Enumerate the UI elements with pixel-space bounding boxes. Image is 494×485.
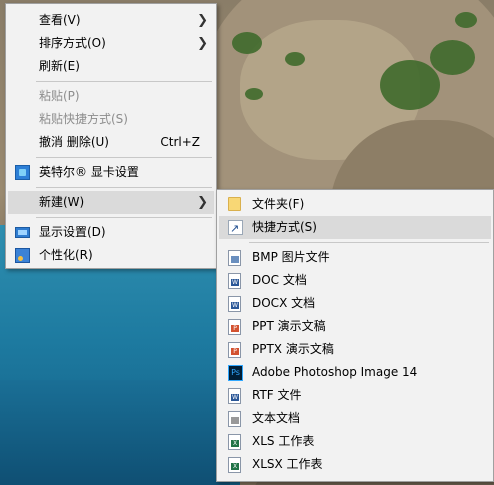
submenu-item-folder[interactable]: 文件夹(F) [219, 193, 491, 216]
wallpaper-bush [285, 52, 305, 66]
new-submenu: 文件夹(F) 快捷方式(S) BMP 图片文件 W DOC 文档 W DOCX … [216, 189, 494, 482]
docx-file-icon: W [228, 296, 241, 312]
menu-item-label: 快捷方式(S) [252, 220, 317, 234]
menu-item-label: 英特尔® 显卡设置 [39, 165, 139, 179]
menu-item-paste-shortcut[interactable]: 粘贴快捷方式(S) [8, 108, 214, 131]
menu-item-label: 文本文档 [252, 411, 301, 425]
menu-item-label: XLSX 工作表 [252, 457, 323, 471]
submenu-item-pptx[interactable]: P PPTX 演示文稿 [219, 338, 491, 361]
menu-separator [249, 242, 489, 243]
wallpaper-bush [232, 32, 262, 54]
doc-file-icon: W [228, 273, 241, 289]
menu-separator [36, 217, 212, 218]
submenu-item-doc[interactable]: W DOC 文档 [219, 269, 491, 292]
menu-item-label: BMP 图片文件 [252, 250, 330, 264]
menu-item-label: Adobe Photoshop Image 14 [252, 365, 418, 379]
chevron-right-icon: ❯ [197, 195, 208, 210]
submenu-item-ppt[interactable]: P PPT 演示文稿 [219, 315, 491, 338]
wallpaper-bush [430, 40, 475, 75]
menu-item-label: RTF 文件 [252, 388, 302, 402]
desktop-context-menu: 查看(V) ❯ 排序方式(O) ❯ 刷新(E) 粘贴(P) 粘贴快捷方式(S) … [5, 3, 217, 269]
menu-item-label: 排序方式(O) [39, 36, 106, 50]
chevron-right-icon: ❯ [197, 36, 208, 51]
menu-item-paste[interactable]: 粘贴(P) [8, 85, 214, 108]
menu-separator [36, 187, 212, 188]
menu-item-intel-graphics-settings[interactable]: 英特尔® 显卡设置 [8, 161, 214, 184]
submenu-item-text-document[interactable]: 文本文档 [219, 407, 491, 430]
menu-item-label: 新建(W) [39, 195, 85, 209]
submenu-item-rtf[interactable]: W RTF 文件 [219, 384, 491, 407]
pptx-file-icon: P [228, 342, 241, 358]
rtf-file-icon: W [228, 388, 241, 404]
menu-item-label: 粘贴快捷方式(S) [39, 112, 128, 126]
menu-item-view[interactable]: 查看(V) ❯ [8, 9, 214, 32]
display-settings-icon [15, 227, 30, 238]
submenu-item-xls[interactable]: X XLS 工作表 [219, 430, 491, 453]
intel-graphics-icon [15, 165, 30, 180]
folder-icon [228, 197, 241, 211]
submenu-item-photoshop-image[interactable]: Ps Adobe Photoshop Image 14 [219, 361, 491, 384]
photoshop-file-icon: Ps [228, 365, 243, 381]
wallpaper-bush [245, 88, 263, 100]
menu-item-label: PPT 演示文稿 [252, 319, 326, 333]
menu-separator [36, 157, 212, 158]
personalize-icon [15, 248, 30, 263]
submenu-item-xlsx[interactable]: X XLSX 工作表 [219, 453, 491, 476]
menu-item-display-settings[interactable]: 显示设置(D) [8, 221, 214, 244]
xls-file-icon: X [228, 434, 241, 450]
submenu-item-shortcut[interactable]: 快捷方式(S) [219, 216, 491, 240]
menu-item-label: DOCX 文档 [252, 296, 316, 310]
wallpaper-bush [455, 12, 477, 28]
menu-item-label: 刷新(E) [39, 59, 80, 73]
menu-item-undo-delete[interactable]: 撤消 删除(U) Ctrl+Z [8, 131, 214, 154]
menu-item-label: 显示设置(D) [39, 225, 106, 239]
chevron-right-icon: ❯ [197, 13, 208, 28]
menu-item-refresh[interactable]: 刷新(E) [8, 55, 214, 78]
submenu-item-bmp[interactable]: BMP 图片文件 [219, 246, 491, 269]
text-file-icon [228, 411, 241, 427]
xlsx-file-icon: X [228, 457, 241, 473]
menu-item-label: XLS 工作表 [252, 434, 315, 448]
wallpaper-bush [380, 60, 440, 110]
menu-separator [36, 81, 212, 82]
menu-item-personalize[interactable]: 个性化(R) [8, 244, 214, 267]
submenu-item-docx[interactable]: W DOCX 文档 [219, 292, 491, 315]
menu-item-sort-by[interactable]: 排序方式(O) ❯ [8, 32, 214, 55]
shortcut-icon [228, 217, 243, 240]
menu-item-label: DOC 文档 [252, 273, 307, 287]
menu-item-label: 文件夹(F) [252, 197, 305, 211]
ppt-file-icon: P [228, 319, 241, 335]
wallpaper-sea [0, 380, 230, 485]
menu-item-shortcut: Ctrl+Z [160, 135, 200, 149]
menu-item-label: PPTX 演示文稿 [252, 342, 334, 356]
menu-item-label: 个性化(R) [39, 248, 93, 262]
menu-item-label: 粘贴(P) [39, 89, 80, 103]
bmp-file-icon [228, 250, 241, 266]
menu-item-label: 撤消 删除(U) [39, 135, 109, 149]
menu-item-label: 查看(V) [39, 13, 81, 27]
menu-item-new[interactable]: 新建(W) ❯ [8, 191, 214, 214]
